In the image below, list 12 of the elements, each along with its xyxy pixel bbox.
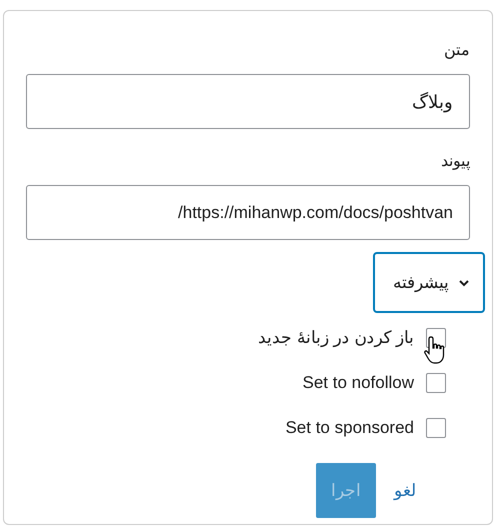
checkbox-label: باز کردن در زبانهٔ جدید: [258, 327, 414, 348]
checkbox[interactable]: [426, 372, 446, 392]
checkbox-label: Set to nofollow: [302, 372, 414, 392]
advanced-toggle[interactable]: پیشرفته: [373, 252, 485, 313]
field-label: پیوند: [441, 152, 470, 171]
input-field[interactable]: وبلاگ: [26, 74, 470, 129]
cancel-link[interactable]: لغو: [394, 480, 416, 501]
checkbox[interactable]: [426, 418, 446, 438]
input-field[interactable]: https://mihanwp.com/docs/poshtvan/: [26, 185, 470, 240]
chevron-icon: [459, 278, 469, 286]
field-label: متن: [444, 41, 470, 60]
checkbox-label: Set to sponsored: [285, 418, 414, 438]
